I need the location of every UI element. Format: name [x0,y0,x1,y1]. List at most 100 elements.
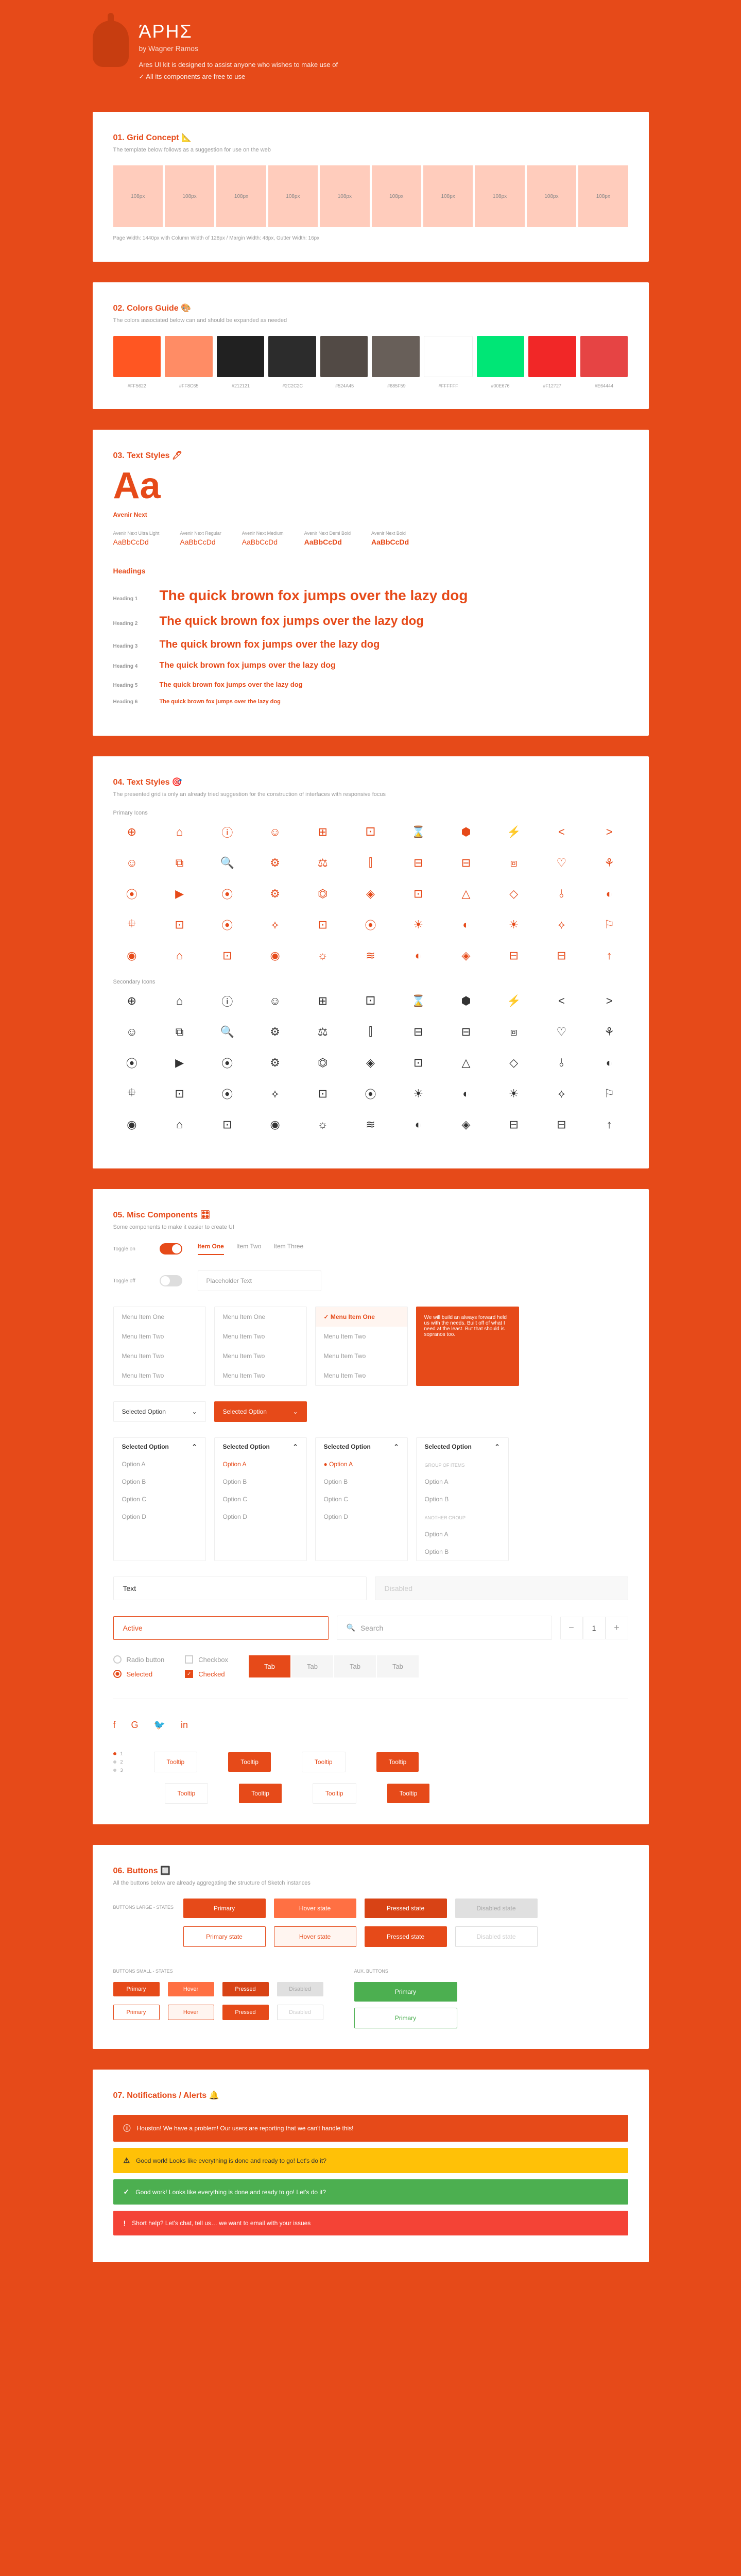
heading-sample-row: Heading 3The quick brown fox jumps over … [113,639,628,651]
tooltip-dark: Tooltip [228,1752,271,1772]
linkedin-icon[interactable]: in [181,1720,188,1731]
select-option[interactable]: Option B [215,1473,306,1490]
ui-icon: ⦿ [209,886,246,902]
checkbox-item[interactable]: Checkbox [185,1655,228,1664]
ui-icon: ⦿ [352,917,389,933]
select-header[interactable]: Selected Option⌃ [114,1438,205,1455]
menu-item[interactable]: Menu Item Two [316,1327,407,1346]
btn-outline[interactable]: Primary state [183,1926,266,1947]
ui-icon: ⊟ [495,1117,532,1132]
btn-sm-primary[interactable]: Primary [113,1982,160,1996]
select-filled[interactable]: Selected Option⌄ [214,1401,307,1422]
section-misc: 05. Misc Components 🎛 Some components to… [93,1189,649,1824]
menu-item[interactable]: Menu Item Two [316,1366,407,1385]
tab-button[interactable]: Tab [334,1655,376,1677]
menu-item[interactable]: Menu Item Two [114,1346,205,1366]
section-sub: The presented grid is only an already tr… [113,791,628,798]
ui-icon: ◐ [447,1086,485,1101]
input-text[interactable]: Text [113,1577,367,1600]
select-option[interactable]: Option C [215,1490,306,1508]
select-header[interactable]: Selected Option⌃ [316,1438,407,1455]
menu-item[interactable]: Menu Item One [114,1307,205,1327]
select-option[interactable]: Option B [417,1490,508,1508]
menu-item[interactable]: ✓ Menu Item One [316,1307,407,1327]
btn-pressed[interactable]: Pressed state [365,1899,447,1918]
menu-item[interactable]: Menu Item Two [215,1327,306,1346]
section-alerts: 07. Notifications / Alerts 🔔 ⓘHouston! W… [93,2070,649,2262]
btn-outline-pressed[interactable]: Pressed state [365,1926,447,1947]
heading-sample-row: Heading 4The quick brown fox jumps over … [113,661,628,670]
ui-icon: ≋ [352,1117,389,1132]
select-option[interactable]: Option D [215,1508,306,1526]
menu-item[interactable]: Menu Item Two [215,1366,306,1385]
btn-hover[interactable]: Hover state [274,1899,356,1918]
stepper-minus[interactable]: − [560,1617,583,1639]
ui-icon: ⚀ [352,824,389,840]
stepper-plus[interactable]: + [606,1617,628,1639]
radio-item[interactable]: Radio button [113,1655,165,1664]
tab[interactable]: Item Two [236,1243,261,1255]
ui-icon: ⟡ [256,1086,294,1101]
tab-button[interactable]: Tab [291,1655,333,1677]
section-title: 04. Text Styles 🎯 [113,777,628,787]
tab[interactable]: Item Three [273,1243,303,1255]
ui-icon: ⬢ [447,993,485,1009]
section-text: 03. Text Styles 🖊 Aa Avenir Next Avenir … [93,430,649,736]
ui-icon: △ [447,886,485,902]
select-option[interactable]: Option B [316,1473,407,1490]
section-sub: The colors associated below can and shou… [113,317,628,324]
select-option[interactable]: Option C [114,1490,205,1508]
menu-item[interactable]: Menu Item Two [215,1346,306,1366]
btn-sm-outline-hover[interactable]: Hover [168,2005,214,2020]
toggle-off[interactable] [160,1275,182,1286]
ui-icon: ⚀ [352,993,389,1009]
tab[interactable]: Item One [198,1243,224,1255]
menu-item[interactable]: Menu Item One [215,1307,306,1327]
select-option[interactable]: Option B [417,1543,508,1561]
select-header[interactable]: Selected Option⌃ [215,1438,306,1455]
ui-icon: ⚙ [256,886,294,902]
select-option[interactable]: Option D [114,1508,205,1526]
btn-sm-hover[interactable]: Hover [168,1982,214,1996]
section-title: 02. Colors Guide 🎨 [113,303,628,313]
select-option[interactable]: ● Option A [316,1455,407,1473]
tab-button[interactable]: Tab [377,1655,419,1677]
color-swatch [477,336,525,377]
radio-item-selected[interactable]: Selected [113,1670,165,1678]
select-header[interactable]: Selected Option⌃ [417,1438,508,1455]
menu-item[interactable]: Menu Item Two [114,1327,205,1346]
tab-button[interactable]: Tab [249,1655,290,1677]
btn-primary[interactable]: Primary [183,1899,266,1918]
select[interactable]: Selected Option⌄ [113,1401,206,1422]
toggle-on[interactable] [160,1243,182,1255]
select-option[interactable]: Option B [114,1473,205,1490]
select-option[interactable]: Option C [316,1490,407,1508]
twitter-icon[interactable]: 🐦 [154,1720,165,1731]
btn-outline-hover[interactable]: Hover state [274,1926,356,1947]
checkbox-item-checked[interactable]: ✓Checked [185,1670,228,1678]
btn-success-outline[interactable]: Primary [354,2008,457,2028]
select-option[interactable]: Option D [316,1508,407,1526]
ui-icon: ⊡ [304,1086,341,1101]
menu-item[interactable]: Menu Item Two [316,1346,407,1366]
text-field[interactable]: Placeholder Text [198,1270,321,1291]
btn-sm-outline-pressed[interactable]: Pressed [222,2005,269,2020]
select-option[interactable]: Option A [114,1455,205,1473]
btn-sm-pressed[interactable]: Pressed [222,1982,269,1996]
select-option[interactable]: Option A [417,1473,508,1490]
ui-icon: ⊡ [161,1086,198,1101]
input-search[interactable]: 🔍Search [337,1616,552,1640]
btn-success[interactable]: Primary [354,1982,457,2002]
facebook-icon[interactable]: f [113,1720,116,1731]
menu-item[interactable]: Menu Item Two [114,1366,205,1385]
grid-column: 108px [113,165,163,227]
ui-icon: ☀ [400,1086,437,1101]
swatch-label: #2C2C2C [269,383,317,388]
btn-sm-outline[interactable]: Primary [113,2005,160,2020]
color-swatch [580,336,628,377]
google-icon[interactable]: G [131,1720,139,1731]
ui-icon: ☺ [256,824,294,840]
input-active[interactable]: Active [113,1616,329,1640]
select-option[interactable]: Option A [215,1455,306,1473]
select-option[interactable]: Option A [417,1526,508,1543]
